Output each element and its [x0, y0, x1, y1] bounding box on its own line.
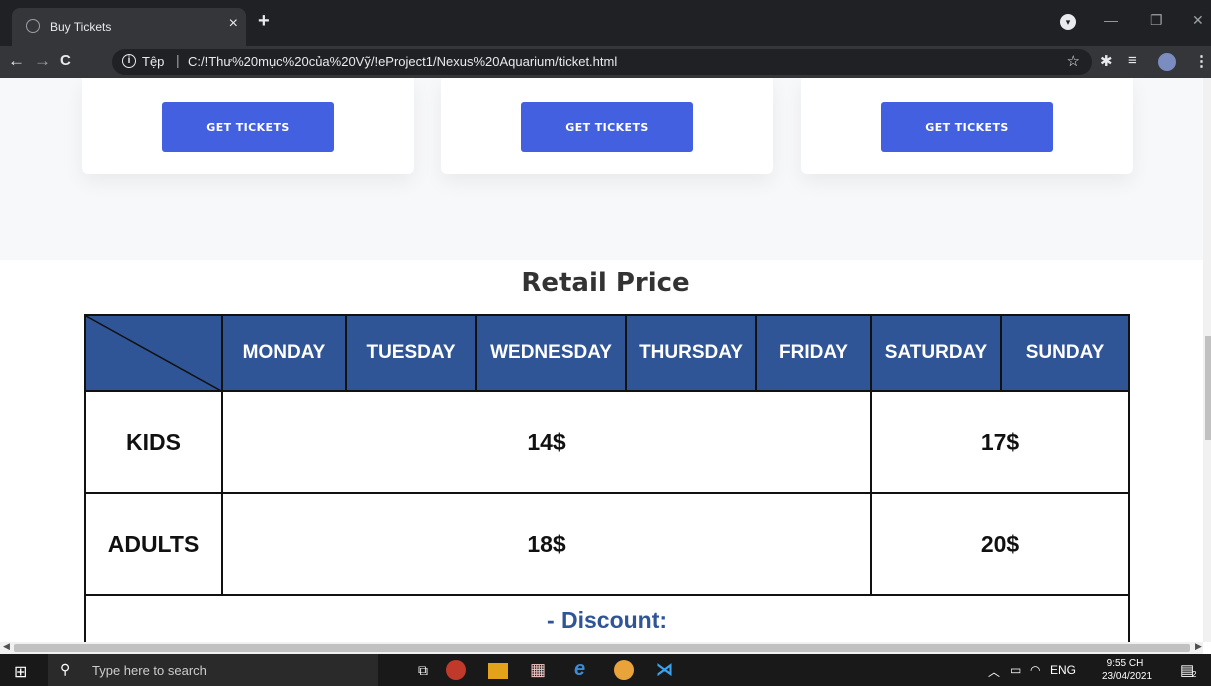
profile-avatar-icon[interactable] [1158, 53, 1176, 71]
language-indicator[interactable]: ENG [1050, 663, 1076, 677]
ticket-card-3: GET TICKETS [801, 78, 1133, 174]
wifi-icon[interactable]: ◠ [1030, 663, 1040, 677]
browser-toolbar: ← → C i Tệp | C:/!Thư%20mục%20của%20Vỹ/!… [0, 46, 1211, 78]
search-placeholder: Type here to search [92, 663, 207, 678]
retail-price-title: Retail Price [521, 268, 690, 298]
address-bar[interactable]: i Tệp | C:/!Thư%20mục%20của%20Vỹ/!eProje… [112, 49, 1092, 75]
tab-title: Buy Tickets [50, 20, 112, 34]
info-icon[interactable]: i [122, 54, 136, 68]
vscode-icon[interactable]: ⋊ [656, 660, 673, 680]
extensions-icon[interactable]: ✱ [1100, 52, 1113, 70]
close-window-button[interactable]: ✕ [1192, 12, 1204, 29]
task-view-icon[interactable]: ⧉ [418, 662, 428, 679]
file-explorer-icon[interactable] [488, 663, 508, 679]
new-tab-button[interactable]: + [258, 10, 270, 33]
row-label-kids: KIDS [84, 390, 223, 494]
bookmark-star-icon[interactable]: ☆ [1067, 52, 1080, 70]
tab-close-icon[interactable]: × [229, 15, 238, 33]
restore-button[interactable]: ❐ [1150, 12, 1163, 29]
url-text[interactable]: C:/!Thư%20mục%20của%20Vỹ/!eProject1/Nexu… [188, 54, 617, 69]
diagonal-line [86, 316, 223, 392]
horizontal-scrollbar-thumb[interactable] [14, 644, 1190, 652]
tab-buy-tickets[interactable]: Buy Tickets × [12, 8, 246, 46]
get-tickets-button-3[interactable]: GET TICKETS [881, 102, 1053, 152]
browser-tab-bar: Buy Tickets × + ▾ — ❐ ✕ [0, 0, 1211, 46]
store-app-icon[interactable]: ▦ [530, 660, 546, 680]
chrome-app-icon[interactable] [446, 660, 466, 680]
windows-taskbar: ⊞ ⚲ Type here to search ⧉ ▦ e ⋊ ︿ ▭ ◠ EN… [0, 654, 1211, 686]
taskbar-clock[interactable]: 9:55 CH 23/04/2021 [1102, 657, 1153, 683]
kids-weekend-price: 17$ [870, 390, 1130, 494]
diagonal-corner-cell [84, 314, 223, 392]
day-header: WEDNESDAY [475, 314, 627, 392]
day-header: TUESDAY [345, 314, 477, 392]
kids-weekday-price: 14$ [221, 390, 872, 494]
url-separator: | [176, 52, 180, 68]
forward-arrow-icon[interactable]: → [34, 51, 51, 71]
table-row: ADULTS 18$ 20$ [84, 492, 1130, 596]
day-header: SUNDAY [1000, 314, 1130, 392]
clock-time: 9:55 CH [1106, 658, 1144, 669]
table-row: - Discount: [84, 594, 1130, 642]
get-tickets-button-1[interactable]: GET TICKETS [162, 102, 334, 152]
day-header: SATURDAY [870, 314, 1002, 392]
row-label-adults: ADULTS [84, 492, 223, 596]
adults-weekday-price: 18$ [221, 492, 872, 596]
adults-weekend-price: 20$ [870, 492, 1130, 596]
scroll-right-arrow-icon[interactable]: ▶ [1195, 641, 1202, 652]
search-icon: ⚲ [60, 661, 71, 677]
ticket-card-2: GET TICKETS [441, 78, 773, 174]
menu-kebab-icon[interactable]: ⋮ [1194, 52, 1209, 70]
table-header-row: MONDAY TUESDAY WEDNESDAY THURSDAY FRIDAY… [84, 314, 1130, 392]
windows-start-icon[interactable]: ⊞ [14, 662, 27, 682]
day-header: FRIDAY [755, 314, 872, 392]
scheme-label: Tệp [142, 54, 165, 69]
get-tickets-button-2[interactable]: GET TICKETS [521, 102, 693, 152]
back-arrow-icon[interactable]: ← [8, 51, 25, 71]
reading-list-icon[interactable]: ≡ [1128, 52, 1137, 69]
minimize-button[interactable]: — [1104, 12, 1118, 28]
vertical-scrollbar-thumb[interactable] [1205, 336, 1211, 440]
notification-count: 2 [1192, 670, 1197, 679]
page-viewport: GET TICKETS GET TICKETS GET TICKETS Reta… [0, 78, 1203, 642]
battery-icon[interactable]: ▭ [1010, 663, 1021, 677]
taskbar-search-box[interactable]: ⚲ Type here to search [48, 654, 378, 686]
discount-heading: - Discount: [84, 594, 1130, 642]
ticket-card-1: GET TICKETS [82, 78, 414, 174]
day-header: MONDAY [221, 314, 347, 392]
globe-icon [26, 19, 40, 33]
edge-browser-icon[interactable]: e [574, 658, 585, 681]
day-header: THURSDAY [625, 314, 757, 392]
chrome-alt-icon[interactable] [614, 660, 634, 680]
clock-date: 23/04/2021 [1102, 671, 1153, 682]
reload-icon[interactable]: C [60, 52, 71, 69]
table-row: KIDS 14$ 17$ [84, 390, 1130, 494]
scroll-left-arrow-icon[interactable]: ◀ [3, 641, 10, 652]
retail-price-table: MONDAY TUESDAY WEDNESDAY THURSDAY FRIDAY… [84, 314, 1130, 642]
tab-search-icon[interactable]: ▾ [1060, 14, 1076, 30]
tray-chevron-icon[interactable]: ︿ [988, 663, 1000, 680]
